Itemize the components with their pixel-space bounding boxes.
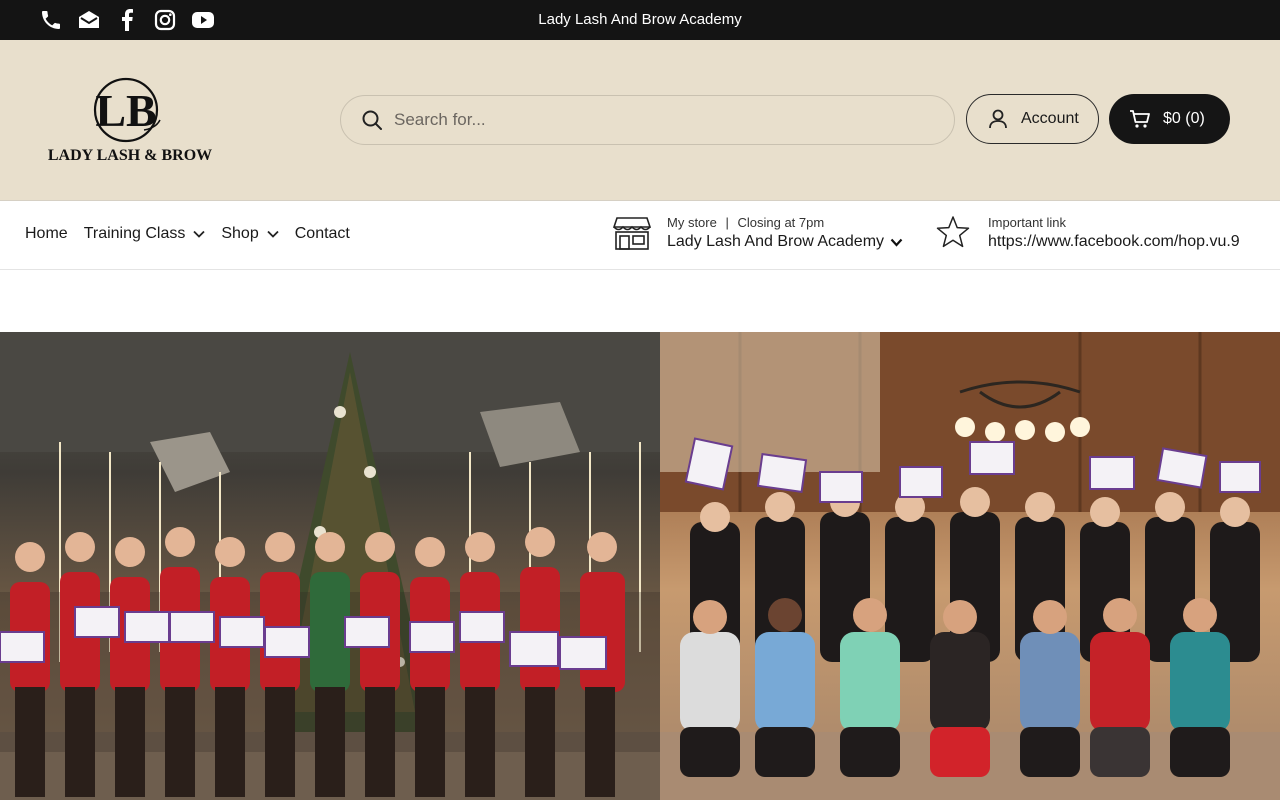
- logo-monogram: LB: [95, 85, 156, 136]
- nav-item-contact[interactable]: Contact: [295, 225, 350, 243]
- nav-menu: Home Training Class Shop Contact: [25, 225, 350, 243]
- store-name: Lady Lash And Brow Academy: [667, 233, 885, 250]
- cart-button[interactable]: $0 (0): [1109, 94, 1230, 144]
- store-icon: [613, 217, 651, 250]
- store-label: My store: [667, 215, 717, 230]
- chevron-down-icon: [193, 230, 205, 238]
- site-header: LB LADY LASH & BROW Account $0 (0): [0, 40, 1280, 201]
- nav-item-shop[interactable]: Shop: [221, 225, 279, 243]
- nav-item-home[interactable]: Home: [25, 225, 68, 243]
- hero-banner: [0, 332, 1280, 800]
- nav-item-label: Shop: [221, 225, 259, 242]
- hero-photo-left: [0, 332, 660, 800]
- cart-total: $0 (0): [1163, 110, 1205, 127]
- search-bar[interactable]: [340, 95, 955, 145]
- account-label: Account: [1021, 110, 1079, 127]
- site-logo[interactable]: LB LADY LASH & BROW: [46, 74, 214, 166]
- cart-icon: [1130, 110, 1150, 128]
- search-input[interactable]: [394, 110, 914, 130]
- main-navigation: Home Training Class Shop Contact My stor…: [0, 201, 1280, 270]
- hero-photo-right: [660, 332, 1280, 800]
- nav-item-label: Training Class: [83, 225, 186, 242]
- store-selector[interactable]: My store | Closing at 7pm Lady Lash And …: [613, 215, 903, 251]
- announcement-text: Lady Lash And Brow Academy: [538, 11, 742, 28]
- chevron-down-icon: [890, 238, 903, 247]
- store-hours: Closing at 7pm: [737, 215, 825, 230]
- facebook-link[interactable]: https://www.facebook.com/hop.vu.9: [988, 233, 1240, 251]
- search-icon[interactable]: [361, 109, 383, 131]
- account-button[interactable]: Account: [966, 94, 1099, 144]
- nav-item-training-class[interactable]: Training Class: [84, 225, 206, 243]
- announcement-bar: Lady Lash And Brow Academy: [0, 0, 1280, 40]
- logo-text: LADY LASH & BROW: [48, 147, 212, 164]
- important-link-block: Important link https://www.facebook.com/…: [936, 215, 1240, 251]
- star-icon: [936, 216, 970, 248]
- store-name-dropdown[interactable]: Lady Lash And Brow Academy: [667, 233, 903, 251]
- user-icon: [989, 109, 1007, 129]
- important-link-label: Important link: [988, 215, 1067, 230]
- store-separator: |: [725, 215, 729, 230]
- store-meta: My store | Closing at 7pm: [667, 215, 903, 230]
- nav-item-label: Home: [25, 225, 68, 242]
- chevron-down-icon: [267, 230, 279, 238]
- nav-item-label: Contact: [294, 225, 350, 242]
